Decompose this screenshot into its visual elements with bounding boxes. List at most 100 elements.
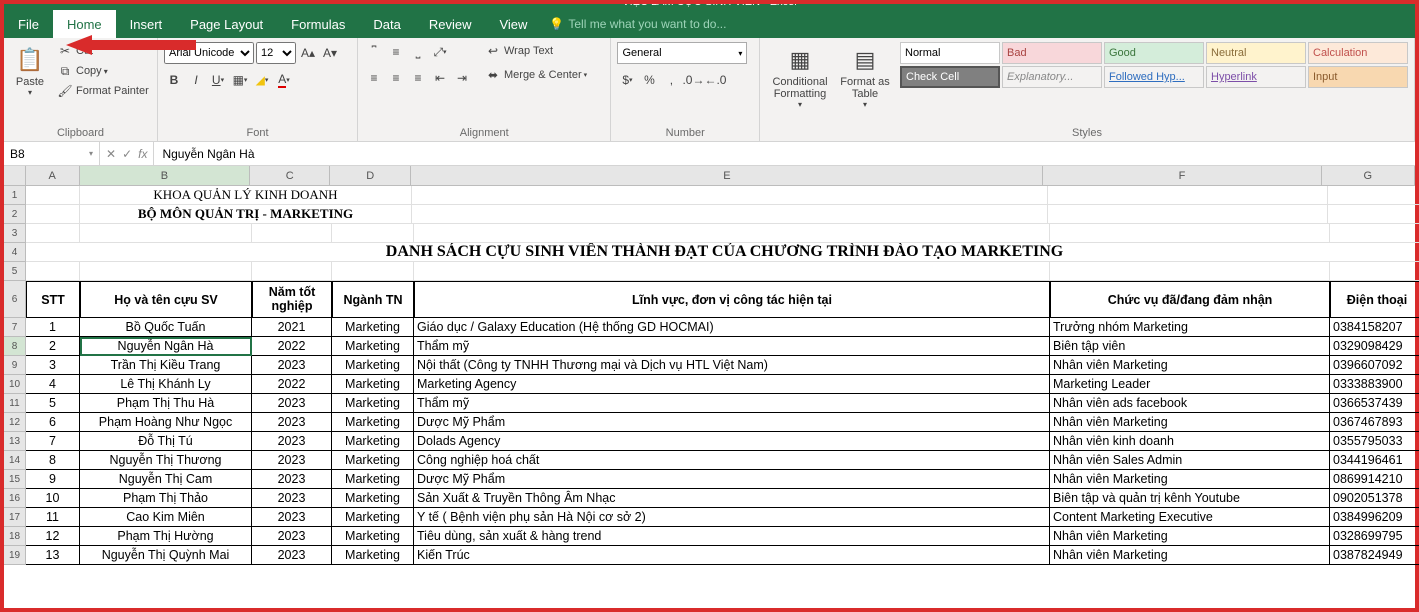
cell[interactable]: Marketing: [332, 413, 414, 432]
row-header[interactable]: 9: [4, 356, 26, 375]
cell[interactable]: Cao Kim Miên: [80, 508, 252, 527]
cell[interactable]: [412, 186, 1048, 205]
cell[interactable]: Nhân viên Marketing: [1050, 413, 1330, 432]
cell[interactable]: Marketing: [332, 508, 414, 527]
cell[interactable]: Trưởng nhóm Marketing: [1050, 318, 1330, 337]
formula-input[interactable]: Nguyễn Ngân Hà: [154, 142, 1415, 165]
style-explanatory[interactable]: Explanatory...: [1002, 66, 1102, 88]
format-as-table-button[interactable]: ▤Format as Table▾: [834, 42, 896, 111]
row-header[interactable]: 10: [4, 375, 26, 394]
cell[interactable]: BỘ MÔN QUẢN TRỊ - MARKETING: [80, 205, 412, 224]
cell-styles-gallery[interactable]: Normal Bad Good Neutral Calculation Chec…: [900, 42, 1408, 88]
cell[interactable]: 2: [26, 337, 80, 356]
underline-button[interactable]: U▾: [208, 70, 228, 90]
font-name-select[interactable]: Arial Unicode MS: [164, 42, 254, 64]
cut-button[interactable]: ✂Cut: [54, 42, 152, 60]
cell[interactable]: Phạm Hoàng Như Ngọc: [80, 413, 252, 432]
cell[interactable]: Nguyễn Thị Thương: [80, 451, 252, 470]
cell[interactable]: Phạm Thị Hường: [80, 527, 252, 546]
number-format-select[interactable]: General▾: [617, 42, 747, 64]
header-cell[interactable]: Năm tốt nghiệp: [252, 281, 332, 318]
style-calculation[interactable]: Calculation: [1308, 42, 1408, 64]
cell[interactable]: Nhân viên Sales Admin: [1050, 451, 1330, 470]
cancel-formula-icon[interactable]: ✕: [106, 147, 116, 161]
cell[interactable]: Lê Thị Khánh Ly: [80, 375, 252, 394]
wrap-text-button[interactable]: ↩Wrap Text: [482, 42, 590, 60]
cell[interactable]: Nguyễn Ngân Hà: [80, 337, 252, 356]
cell[interactable]: Dược Mỹ Phẩm: [414, 470, 1050, 489]
tab-file[interactable]: File: [4, 10, 53, 38]
name-box[interactable]: B8▾: [4, 142, 100, 165]
cell[interactable]: Marketing: [332, 356, 414, 375]
italic-button[interactable]: I: [186, 70, 206, 90]
row-header[interactable]: 18: [4, 527, 26, 546]
row-header[interactable]: 14: [4, 451, 26, 470]
cell[interactable]: Biên tập viên: [1050, 337, 1330, 356]
row-header[interactable]: 15: [4, 470, 26, 489]
cell[interactable]: Sản Xuất & Truyền Thông Âm Nhạc: [414, 489, 1050, 508]
cell[interactable]: Thẩm mỹ: [414, 337, 1050, 356]
cell[interactable]: 5: [26, 394, 80, 413]
cell[interactable]: Marketing: [332, 451, 414, 470]
cell[interactable]: Trần Thị Kiều Trang: [80, 356, 252, 375]
cell[interactable]: Marketing: [332, 527, 414, 546]
cell[interactable]: 0329098429: [1330, 337, 1419, 356]
cell[interactable]: [332, 262, 414, 281]
cell[interactable]: 0902051378: [1330, 489, 1419, 508]
cell[interactable]: 3: [26, 356, 80, 375]
merge-center-button[interactable]: ⬌Merge & Center▾: [482, 66, 590, 84]
cell[interactable]: Marketing: [332, 432, 414, 451]
format-painter-button[interactable]: 🖌Format Painter: [54, 82, 152, 100]
align-right-button[interactable]: ≡: [408, 68, 428, 88]
font-color-button[interactable]: A▾: [274, 70, 294, 90]
cell[interactable]: Marketing: [332, 375, 414, 394]
conditional-formatting-button[interactable]: ▦Conditional Formatting▾: [766, 42, 834, 111]
cell[interactable]: Marketing: [332, 489, 414, 508]
cell[interactable]: Nguyễn Thị Quỳnh Mai: [80, 546, 252, 565]
copy-button[interactable]: ⧉Copy▾: [54, 62, 152, 80]
cell[interactable]: 0396607092: [1330, 356, 1419, 375]
row-header[interactable]: 8: [4, 337, 26, 356]
decrease-font-button[interactable]: A▾: [320, 43, 340, 63]
cell[interactable]: Nhân viên Marketing: [1050, 546, 1330, 565]
cell[interactable]: Marketing Leader: [1050, 375, 1330, 394]
cell[interactable]: [1048, 205, 1328, 224]
bold-button[interactable]: B: [164, 70, 184, 90]
header-cell[interactable]: Họ và tên cựu SV: [80, 281, 252, 318]
style-good[interactable]: Good: [1104, 42, 1204, 64]
cell[interactable]: 2022: [252, 375, 332, 394]
cell[interactable]: Nhân viên kinh doanh: [1050, 432, 1330, 451]
align-middle-button[interactable]: ≡: [386, 42, 406, 62]
align-top-button[interactable]: ⎴: [364, 42, 384, 62]
cell[interactable]: [1330, 224, 1419, 243]
cell[interactable]: 2023: [252, 413, 332, 432]
cell[interactable]: 0384158207: [1330, 318, 1419, 337]
cell[interactable]: [26, 205, 80, 224]
cell[interactable]: [26, 186, 80, 205]
cell[interactable]: [1050, 262, 1330, 281]
tab-home[interactable]: Home: [53, 10, 116, 38]
cell[interactable]: 0387824949: [1330, 546, 1419, 565]
style-check-cell[interactable]: Check Cell: [900, 66, 1000, 88]
header-cell[interactable]: STT: [26, 281, 80, 318]
cell[interactable]: Biên tập và quản trị kênh Youtube: [1050, 489, 1330, 508]
cell[interactable]: Marketing: [332, 470, 414, 489]
header-cell[interactable]: Ngành TN: [332, 281, 414, 318]
style-bad[interactable]: Bad: [1002, 42, 1102, 64]
row-header[interactable]: 11: [4, 394, 26, 413]
cell[interactable]: 2023: [252, 394, 332, 413]
percent-button[interactable]: %: [639, 70, 659, 90]
cell[interactable]: 2022: [252, 337, 332, 356]
fill-color-button[interactable]: ◢▾: [252, 70, 272, 90]
col-header-c[interactable]: C: [250, 166, 330, 185]
col-header-e[interactable]: E: [411, 166, 1043, 185]
cell[interactable]: [26, 224, 80, 243]
cell[interactable]: [80, 224, 252, 243]
decrease-indent-button[interactable]: ⇤: [430, 68, 450, 88]
cell[interactable]: Marketing: [332, 394, 414, 413]
cell[interactable]: Phạm Thị Thảo: [80, 489, 252, 508]
cell[interactable]: Marketing Agency: [414, 375, 1050, 394]
tab-data[interactable]: Data: [359, 10, 414, 38]
orientation-button[interactable]: ⤢▾: [430, 42, 450, 62]
tab-insert[interactable]: Insert: [116, 10, 177, 38]
